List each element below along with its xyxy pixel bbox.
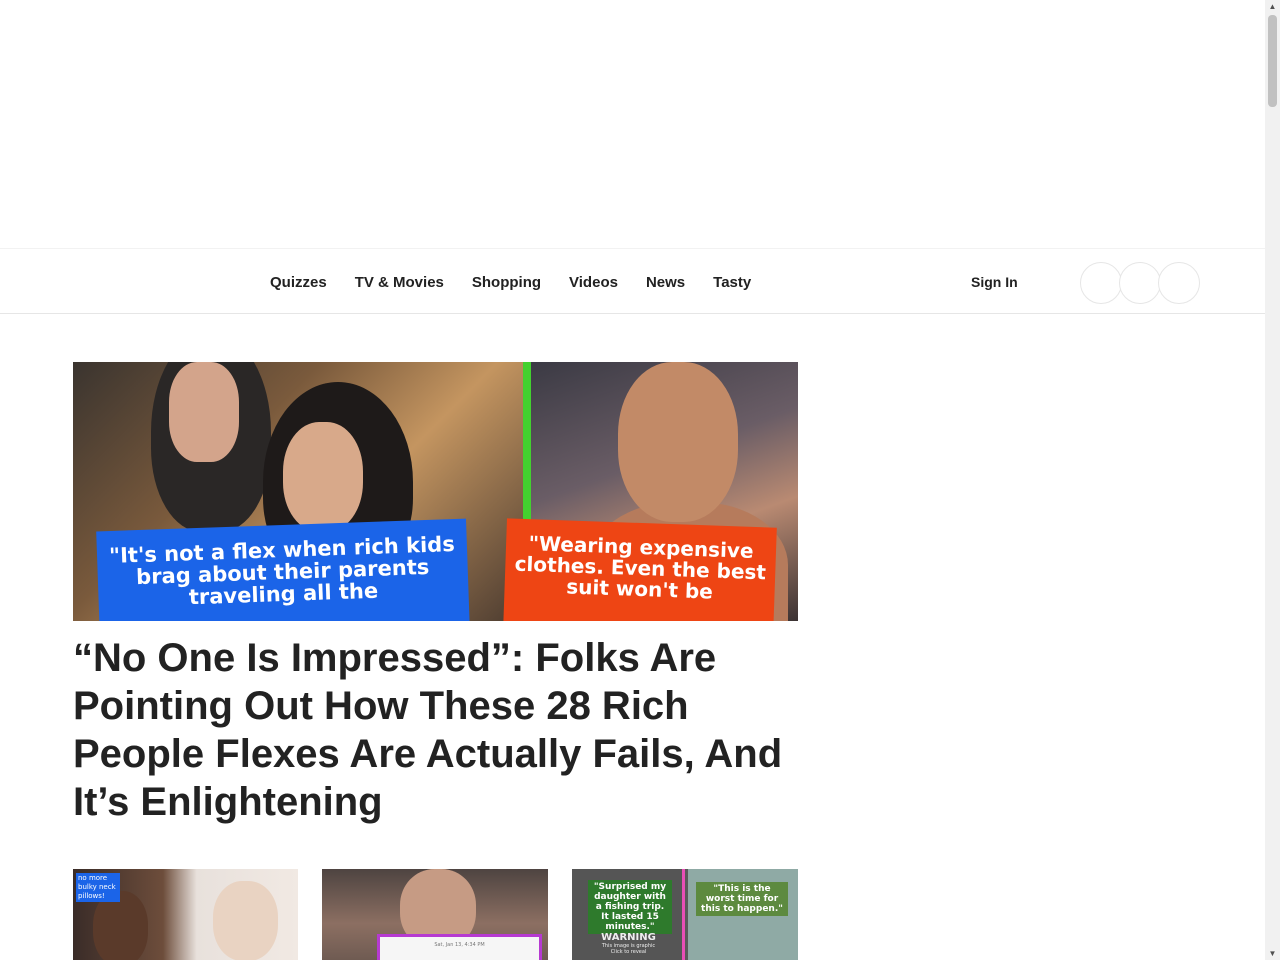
hero-caption-layer: "It's not a flex when rich kids brag abo… [73, 362, 798, 621]
nav-circle-button[interactable] [1158, 262, 1200, 304]
thumbnail-caption-left: "Surprised my daughter with a fishing tr… [588, 880, 672, 934]
nav-link-shopping[interactable]: Shopping [472, 274, 541, 291]
thumbnail-card[interactable]: "Surprised my daughter with a fishing tr… [572, 869, 798, 960]
nav-circle-button[interactable] [1080, 262, 1122, 304]
thumbnail-message-box: Sat, Jan 13, 4:34 PM [377, 934, 542, 960]
thumbnail-card[interactable]: no more bulky neck pillows! [73, 869, 298, 960]
nav-action-buttons [1080, 262, 1200, 304]
article-headline[interactable]: “No One Is Impressed”: Folks Are Pointin… [73, 634, 798, 826]
thumbnail-tag: no more bulky neck pillows! [76, 873, 120, 902]
warning-text: This image is graphic Click to reveal [601, 943, 656, 955]
scroll-down-arrow-icon[interactable]: ▼ [1265, 947, 1280, 960]
nav-link-videos[interactable]: Videos [569, 274, 618, 291]
thumbnail-card[interactable]: Sat, Jan 13, 4:34 PM [322, 869, 548, 960]
nav-circle-button[interactable] [1119, 262, 1161, 304]
top-navigation: Quizzes TV & Movies Shopping Videos News… [0, 248, 1265, 314]
scroll-up-arrow-icon[interactable]: ▲ [1265, 0, 1280, 13]
hero-caption-left: "It's not a flex when rich kids brag abo… [96, 518, 470, 621]
scrollbar-thumb[interactable] [1268, 15, 1277, 107]
nav-link-tasty[interactable]: Tasty [713, 274, 751, 291]
thumbnail-person [213, 881, 278, 960]
nav-links: Quizzes TV & Movies Shopping Videos News… [270, 249, 751, 315]
thumbnail-warning: WARNING This image is graphic Click to r… [596, 932, 661, 955]
ad-slot [0, 0, 1265, 248]
nav-link-news[interactable]: News [646, 274, 685, 291]
vertical-scrollbar[interactable]: ▲ ▼ [1265, 0, 1280, 960]
nav-link-quizzes[interactable]: Quizzes [270, 274, 327, 291]
sign-in-link[interactable]: Sign In [971, 274, 1018, 290]
hero-caption-right: "Wearing expensive clothes. Even the bes… [503, 518, 777, 621]
nav-link-tv-movies[interactable]: TV & Movies [355, 274, 444, 291]
thumbnail-caption-right: "This is the worst time for this to happ… [696, 882, 788, 916]
warning-title: WARNING [601, 932, 656, 943]
